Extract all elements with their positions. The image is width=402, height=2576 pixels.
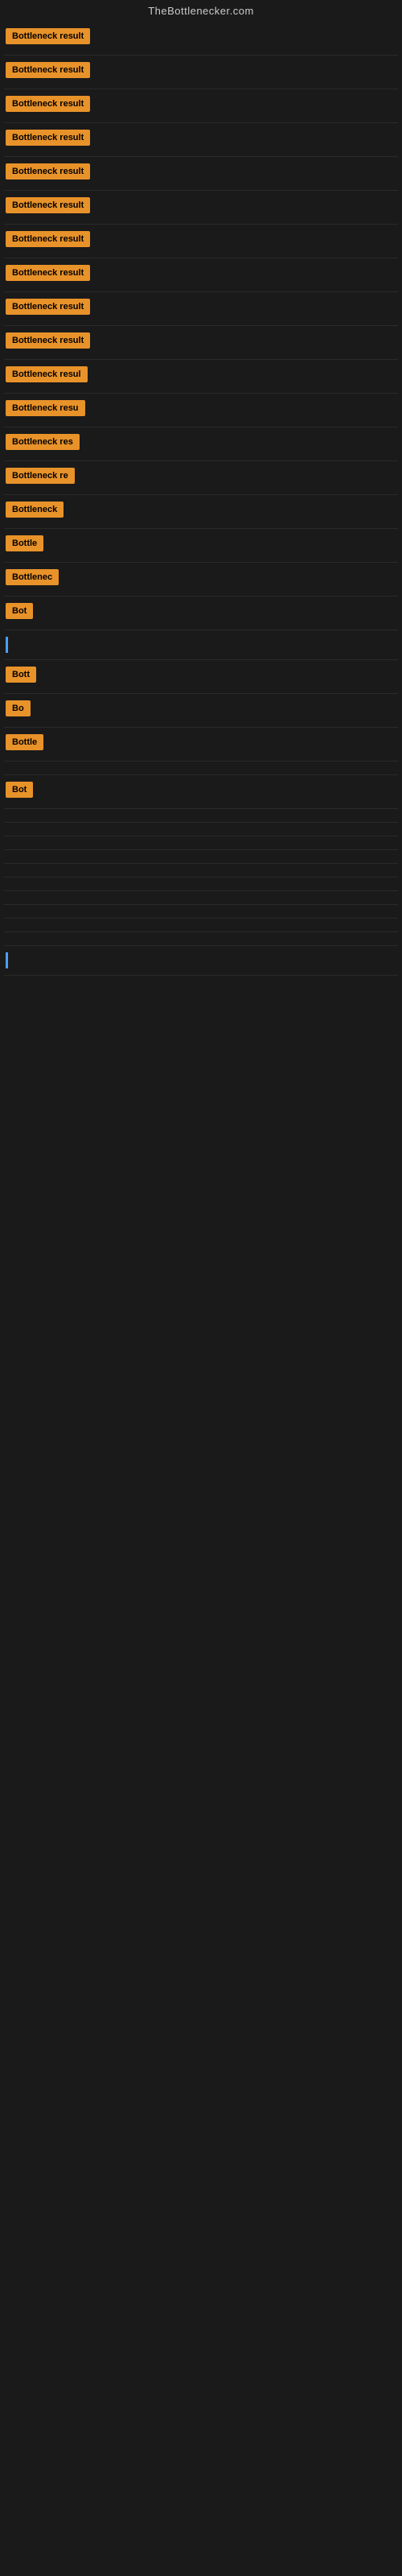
- bottleneck-badge: Bottleneck re: [6, 468, 75, 484]
- list-item: [4, 946, 398, 976]
- bottleneck-badge: Bot: [6, 782, 33, 798]
- list-item: [4, 877, 398, 891]
- list-item: Bottleneck result: [4, 225, 398, 258]
- bottleneck-badge: Bottleneck result: [6, 96, 90, 112]
- bottleneck-badge: Bottleneck result: [6, 332, 90, 349]
- bottleneck-badge: Bottleneck result: [6, 231, 90, 247]
- bottleneck-badge: Bottleneck result: [6, 130, 90, 146]
- list-item: Bottleneck result: [4, 326, 398, 360]
- list-item: [4, 891, 398, 905]
- list-item: [4, 836, 398, 850]
- bottleneck-badge: Bottleneck result: [6, 197, 90, 213]
- list-item: Bottleneck re: [4, 461, 398, 495]
- bottleneck-badge: Bo: [6, 700, 31, 716]
- list-item: Bottleneck resul: [4, 360, 398, 394]
- bottleneck-badge: Bott: [6, 667, 36, 683]
- bottleneck-badge: Bottle: [6, 734, 43, 750]
- list-item: [4, 919, 398, 932]
- cursor-bar: [6, 637, 8, 653]
- list-item: Bottleneck resu: [4, 394, 398, 427]
- list-item: Bott: [4, 660, 398, 694]
- bottleneck-badge: Bottleneck result: [6, 62, 90, 78]
- list-item: [4, 762, 398, 775]
- list-item: [4, 850, 398, 864]
- list-item: Bottleneck result: [4, 22, 398, 56]
- list-item: Bottleneck result: [4, 56, 398, 89]
- list-item: Bottleneck result: [4, 157, 398, 191]
- list-item: [4, 630, 398, 660]
- bottleneck-badge: Bottleneck result: [6, 28, 90, 44]
- site-title: TheBottlenecker.com: [0, 0, 402, 22]
- list-item: [4, 823, 398, 836]
- list-item: Bottlenec: [4, 563, 398, 597]
- list-item: Bo: [4, 694, 398, 728]
- list-item: Bottleneck result: [4, 123, 398, 157]
- list-item: Bottleneck: [4, 495, 398, 529]
- list-item: [4, 932, 398, 946]
- list-item: Bottleneck result: [4, 292, 398, 326]
- list-item: [4, 905, 398, 919]
- bottleneck-badge: Bottleneck result: [6, 163, 90, 180]
- list-item: Bottleneck result: [4, 191, 398, 225]
- list-item: Bot: [4, 775, 398, 809]
- items-container: Bottleneck result Bottleneck result Bottle…: [0, 22, 402, 976]
- list-item: Bottleneck res: [4, 427, 398, 461]
- bottleneck-badge: Bottleneck result: [6, 299, 90, 315]
- list-item: Bot: [4, 597, 398, 630]
- list-item: Bottleneck result: [4, 258, 398, 292]
- cursor-bar: [6, 952, 8, 968]
- bottleneck-badge: Bottlenec: [6, 569, 59, 585]
- list-item: [4, 864, 398, 877]
- list-item: [4, 809, 398, 823]
- bottleneck-badge: Bottleneck result: [6, 265, 90, 281]
- bottleneck-badge: Bot: [6, 603, 33, 619]
- bottleneck-badge: Bottle: [6, 535, 43, 551]
- bottleneck-badge: Bottleneck res: [6, 434, 80, 450]
- bottleneck-badge: Bottleneck resu: [6, 400, 85, 416]
- bottleneck-badge: Bottleneck resul: [6, 366, 88, 382]
- bottleneck-badge: Bottleneck: [6, 502, 64, 518]
- list-item: Bottleneck result: [4, 89, 398, 123]
- list-item: Bottle: [4, 728, 398, 762]
- list-item: Bottle: [4, 529, 398, 563]
